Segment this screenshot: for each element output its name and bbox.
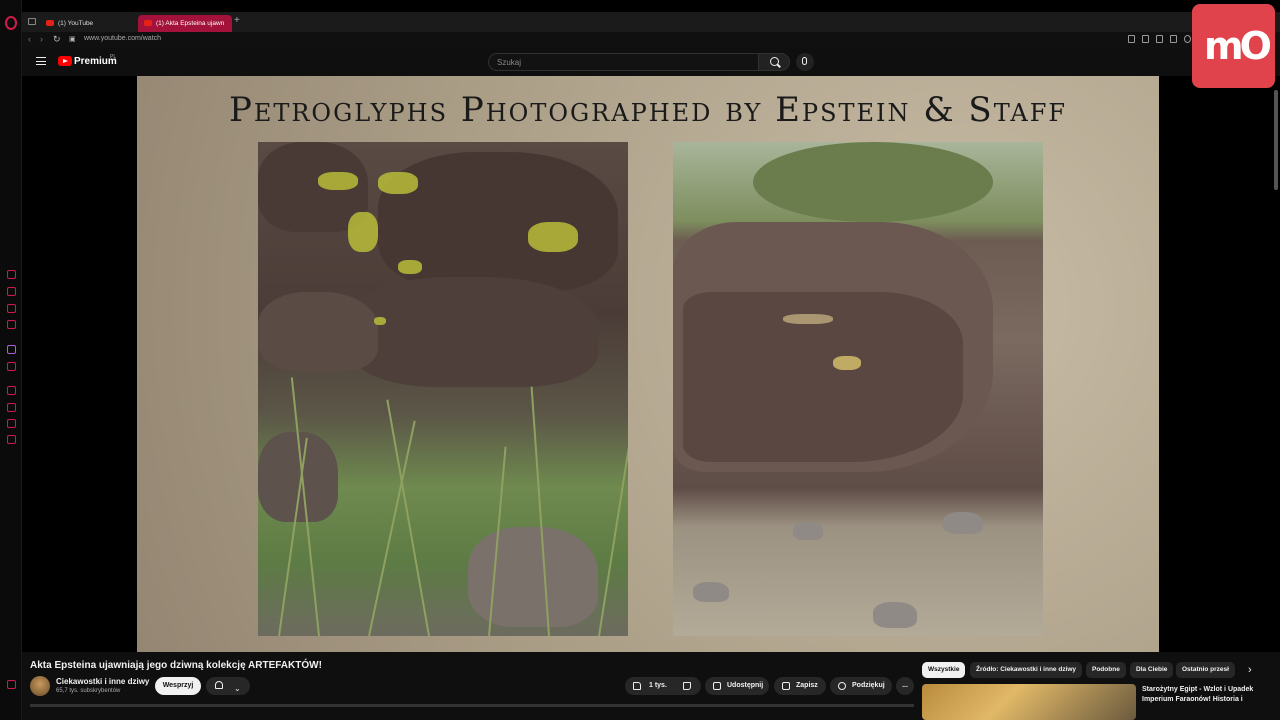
channel-avatar[interactable] bbox=[30, 676, 50, 696]
forward-icon[interactable]: › bbox=[40, 34, 43, 44]
url-field[interactable]: www.youtube.com/watch bbox=[84, 35, 161, 42]
opera-sidebar bbox=[0, 0, 22, 720]
youtube-header: Premium PL Szukaj bbox=[22, 48, 1280, 76]
dollar-icon bbox=[838, 682, 846, 690]
bookmark-save-icon bbox=[782, 682, 790, 690]
subscriber-count: 65,7 tys. subskrybentów bbox=[56, 688, 121, 694]
tab-label: (1) YouTube bbox=[58, 20, 94, 27]
search-button[interactable] bbox=[758, 53, 790, 71]
chevron-right-icon[interactable]: › bbox=[1248, 664, 1252, 676]
tab-list-icon[interactable] bbox=[28, 18, 36, 25]
thanks-label: Podziękuj bbox=[852, 682, 885, 689]
thumbs-down-icon[interactable] bbox=[683, 682, 691, 690]
video-title: Akta Epsteina ujawniają jego dziwną kole… bbox=[30, 660, 322, 671]
sidebar-history2-icon[interactable] bbox=[7, 403, 16, 412]
share-label: Udostępnij bbox=[727, 682, 764, 689]
petroglyph-photo-boulder bbox=[673, 142, 1043, 636]
sidebar-more-icon[interactable] bbox=[7, 680, 16, 689]
video-frame-slide: Petroglyphs Photographed by Epstein & St… bbox=[137, 76, 1159, 652]
content-divider bbox=[30, 704, 914, 707]
sidebar-percent-icon[interactable] bbox=[7, 362, 16, 371]
search-placeholder: Szukaj bbox=[497, 58, 522, 67]
sidebar-bag-icon[interactable] bbox=[7, 287, 16, 296]
new-tab-button[interactable]: + bbox=[234, 15, 240, 26]
chip-related[interactable]: Podobne bbox=[1086, 662, 1126, 678]
chip-recent[interactable]: Ostatnio przesł bbox=[1176, 662, 1235, 678]
recommended-video-title[interactable]: Starożytny Egipt - Wzlot i Upadek Imperi… bbox=[1142, 685, 1272, 705]
notifications-button[interactable]: ⌄ bbox=[206, 677, 250, 695]
bell-icon bbox=[215, 681, 223, 689]
sidebar-twitch-icon[interactable] bbox=[7, 345, 16, 354]
thanks-button[interactable]: Podziękuj bbox=[830, 677, 892, 695]
tab-strip: (1) YouTube (1) Akta Epsteina ujawn + bbox=[22, 12, 1280, 32]
chevron-down-icon: ⌄ bbox=[234, 684, 241, 693]
like-count: 1 tys. bbox=[649, 682, 667, 689]
browser-window: (1) YouTube (1) Akta Epsteina ujawn + ‹ … bbox=[0, 0, 1280, 720]
menu-icon[interactable] bbox=[36, 57, 46, 65]
back-icon[interactable]: ‹ bbox=[28, 34, 31, 44]
search-input[interactable]: Szukaj bbox=[488, 53, 778, 71]
youtube-favicon-icon bbox=[46, 20, 54, 26]
video-info-panel: Akta Epsteina ujawniają jego dziwną kole… bbox=[22, 652, 1280, 720]
page-scrollbar[interactable] bbox=[1274, 90, 1278, 190]
share-button[interactable]: Udostępnij bbox=[705, 677, 769, 695]
channel-name[interactable]: Ciekawostki i inne dziwy bbox=[56, 677, 149, 686]
like-dislike-group[interactable]: 1 tys. bbox=[625, 677, 701, 695]
support-button[interactable]: Wesprzyj bbox=[155, 677, 201, 695]
thumbs-up-icon[interactable] bbox=[633, 682, 641, 690]
bookmark-icon[interactable] bbox=[1128, 35, 1135, 43]
sidebar-history-icon[interactable] bbox=[7, 270, 16, 279]
lock-icon: ▣ bbox=[69, 36, 76, 43]
video-player[interactable]: Petroglyphs Photographed by Epstein & St… bbox=[22, 76, 1278, 652]
microphone-icon bbox=[802, 57, 807, 65]
reload-icon[interactable]: ↻ bbox=[53, 34, 61, 45]
chip-for-you[interactable]: Dla Ciebie bbox=[1130, 662, 1174, 678]
tab-label: (1) Akta Epsteina ujawn bbox=[156, 20, 225, 27]
voice-search-button[interactable] bbox=[796, 53, 814, 71]
slide-title: Petroglyphs Photographed by Epstein & St… bbox=[228, 90, 1068, 130]
tab-active-video[interactable]: (1) Akta Epsteina ujawn bbox=[138, 15, 232, 32]
watermark-text: mO bbox=[1204, 24, 1272, 68]
snapshot-icon[interactable] bbox=[1142, 35, 1149, 43]
youtube-favicon-icon bbox=[144, 20, 152, 26]
download-icon[interactable] bbox=[1170, 35, 1177, 43]
sidebar-instagram-icon[interactable] bbox=[7, 320, 16, 329]
region-label: PL bbox=[110, 54, 117, 60]
save-button[interactable]: Zapisz bbox=[774, 677, 826, 695]
more-actions-button[interactable]: ... bbox=[896, 677, 914, 695]
tab-youtube[interactable]: (1) YouTube bbox=[40, 15, 132, 32]
petroglyph-photo-rocks bbox=[258, 142, 628, 636]
sidebar-bookmark-icon[interactable] bbox=[7, 419, 16, 428]
search-icon bbox=[770, 57, 779, 66]
shield-icon[interactable] bbox=[1156, 35, 1163, 43]
heart-icon[interactable] bbox=[1184, 35, 1191, 43]
sidebar-settings-icon[interactable] bbox=[7, 435, 16, 444]
address-bar: ‹ › ↻ ▣ www.youtube.com/watch bbox=[22, 32, 1280, 48]
recommended-video-thumbnail[interactable] bbox=[922, 684, 1136, 720]
save-label: Zapisz bbox=[796, 682, 818, 689]
channel-watermark-logo: mO bbox=[1192, 4, 1275, 88]
chip-source[interactable]: Źródło: Ciekawostki i inne dziwy bbox=[970, 662, 1083, 678]
chip-all[interactable]: Wszystkie bbox=[922, 662, 966, 678]
share-icon bbox=[713, 682, 721, 690]
opera-logo-icon[interactable] bbox=[5, 16, 17, 30]
sidebar-clock-icon[interactable] bbox=[7, 386, 16, 395]
youtube-logo-icon[interactable] bbox=[58, 56, 72, 66]
sidebar-messenger-icon[interactable] bbox=[7, 304, 16, 313]
